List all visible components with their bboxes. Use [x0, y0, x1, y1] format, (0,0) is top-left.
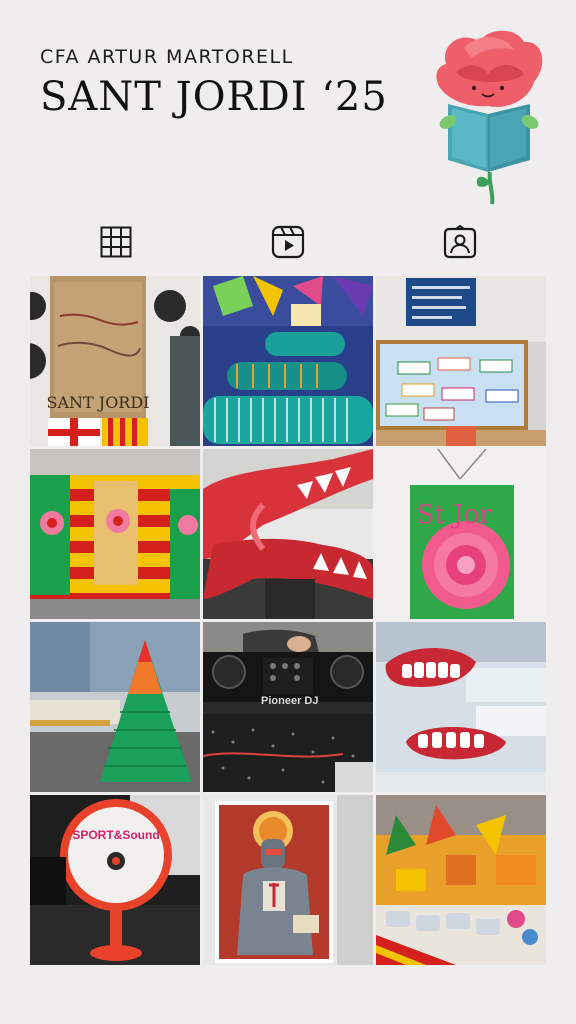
book-tree-photo — [30, 622, 200, 792]
sport-sound-caption: SPORT&Sound — [72, 828, 159, 842]
knight-poster-photo — [203, 795, 373, 965]
post-thumbnail[interactable] — [376, 622, 546, 792]
post-thumbnail[interactable] — [376, 276, 546, 446]
flag-table-photo — [30, 449, 200, 619]
reels-icon — [271, 225, 305, 259]
post-thumbnail[interactable] — [203, 276, 373, 446]
tab-grid[interactable] — [98, 224, 134, 260]
dj-controller-photo: Pioneer DJ — [203, 622, 373, 792]
header-subtitle: CFA ARTUR MARTORELL — [40, 46, 294, 68]
post-thumbnail[interactable]: Pioneer DJ — [203, 622, 373, 792]
grid-icon — [100, 226, 132, 258]
craft-boxes-photo — [376, 795, 546, 965]
post-thumbnail[interactable] — [30, 622, 200, 792]
tab-reels[interactable] — [270, 224, 306, 260]
banner-caption: SANT JORDI — [47, 393, 150, 412]
panel-caption: St Jor — [416, 500, 492, 530]
rose-reading-book-icon — [436, 30, 543, 205]
profile-tabs — [0, 224, 576, 260]
dragon-photo — [203, 449, 373, 619]
post-thumbnail[interactable] — [376, 795, 546, 965]
post-thumbnail[interactable]: St Jor — [376, 449, 546, 619]
dj-brand-caption: Pioneer DJ — [261, 695, 318, 707]
post-thumbnail[interactable] — [203, 449, 373, 619]
banner-photo: SANT JORDI — [30, 276, 200, 446]
infoboard-photo — [376, 276, 546, 446]
bracelets-photo — [203, 276, 373, 446]
rose-panel-photo: St Jor — [376, 449, 546, 619]
post-thumbnail[interactable] — [203, 795, 373, 965]
sport-sound-sign-photo: SPORT&Sound — [30, 795, 200, 965]
dental-photo — [376, 622, 546, 792]
post-thumbnail[interactable]: SANT JORDI — [30, 276, 200, 446]
header-title: SANT JORDI ‘25 — [40, 74, 388, 120]
post-thumbnail[interactable]: SPORT&Sound — [30, 795, 200, 965]
posts-grid: SANT JORDI St Jor Pioneer DJ SPORT&Sound — [30, 276, 546, 967]
tab-tagged[interactable] — [442, 224, 478, 260]
tagged-person-icon — [443, 225, 477, 259]
post-thumbnail[interactable] — [30, 449, 200, 619]
